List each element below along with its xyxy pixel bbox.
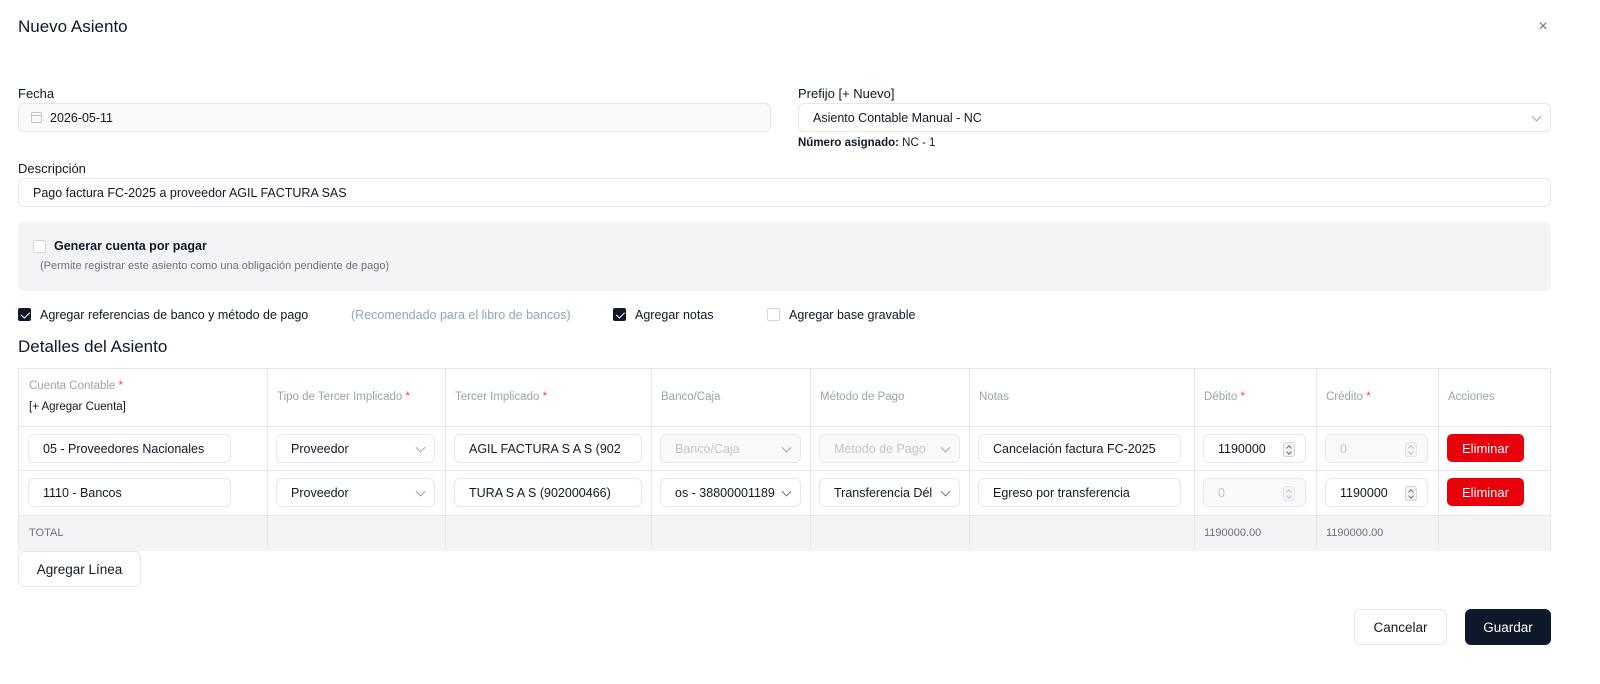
row2-tercero-input[interactable]: TURA S A S (902000466): [454, 478, 642, 507]
chevron-down-icon: [1531, 111, 1542, 122]
row2-metodo-select[interactable]: Transferencia Dél: [819, 478, 960, 507]
row1-debito-input[interactable]: 1190000: [1203, 434, 1306, 463]
total-credito: 1190000.00: [1326, 527, 1384, 539]
header-acciones: Acciones: [1448, 391, 1495, 403]
row2-notas-input[interactable]: Egreso por transferencia: [978, 478, 1181, 507]
row2-cuenta-input[interactable]: 1110 - Bancos: [28, 478, 231, 507]
dialog-title: Nuevo Asiento: [18, 17, 128, 36]
row1-banco-select[interactable]: Banco/Caja: [660, 434, 801, 463]
notas-label: Agregar notas: [635, 308, 714, 322]
header-metodo: Método de Pago: [820, 391, 905, 403]
banco-hint: (Recomendado para el libro de bancos): [351, 308, 571, 322]
row1-tipo-tercero-select[interactable]: Proveedor: [276, 434, 435, 463]
total-row: [19, 515, 1550, 551]
detalles-title: Detalles del Asiento: [18, 337, 168, 356]
row2-tipo-tercero-select[interactable]: Proveedor: [276, 478, 435, 507]
chevron-down-icon: [415, 486, 426, 497]
row1-cuenta-input[interactable]: 05 - Proveedores Nacionales: [28, 434, 231, 463]
row1-notas-input[interactable]: Cancelación factura FC-2025: [978, 434, 1181, 463]
row2-debito-input[interactable]: 0: [1203, 478, 1306, 507]
chevron-down-icon: [415, 442, 426, 453]
cuenta-por-pagar-panel: [18, 222, 1551, 291]
stepper-icon[interactable]: [1405, 442, 1417, 457]
fecha-input[interactable]: 2026-05-11: [18, 103, 771, 132]
header-cuenta: Cuenta Contable *: [29, 380, 123, 392]
calendar-icon: [31, 112, 42, 123]
prefijo-label[interactable]: Prefijo [+ Nuevo]: [798, 86, 894, 101]
header-tipo-tercero: Tipo de Tercer Implicado *: [277, 391, 410, 403]
total-debito: 1190000.00: [1204, 527, 1262, 539]
chevron-down-icon: [940, 442, 951, 453]
prefijo-value: Asiento Contable Manual - NC: [813, 110, 982, 125]
header-banco: Banco/Caja: [661, 391, 721, 403]
numero-asignado-label: Número asignado:: [798, 137, 899, 149]
stepper-icon[interactable]: [1405, 486, 1417, 501]
banco-checkbox[interactable]: [18, 308, 31, 321]
generar-cxp-label: Generar cuenta por pagar: [54, 239, 207, 253]
numero-asignado: Número asignado: NC - 1: [798, 137, 935, 149]
stepper-icon[interactable]: [1283, 442, 1295, 457]
descripcion-label: Descripción: [18, 161, 86, 176]
descripcion-value: Pago factura FC-2025 a proveedor AGIL FA…: [33, 185, 347, 200]
agregar-cuenta-link[interactable]: [+ Agregar Cuenta]: [29, 401, 126, 413]
close-icon[interactable]: ×: [1535, 19, 1551, 35]
base-gravable-label: Agregar base gravable: [789, 308, 916, 322]
generar-cxp-checkbox[interactable]: [33, 240, 46, 253]
row1-eliminar-button[interactable]: Eliminar: [1447, 434, 1524, 462]
row2-banco-select[interactable]: os - 38800001189: [660, 478, 801, 507]
prefijo-select[interactable]: Asiento Contable Manual - NC: [798, 103, 1551, 132]
agregar-linea-button[interactable]: Agregar Línea: [18, 551, 141, 587]
chevron-down-icon: [940, 486, 951, 497]
header-notas: Notas: [979, 391, 1010, 403]
fecha-label: Fecha: [18, 86, 55, 101]
notas-checkbox[interactable]: [613, 308, 626, 321]
banco-label: Agregar referencias de banco y método de…: [40, 308, 309, 322]
chevron-down-icon: [781, 486, 792, 497]
row1-credito-input[interactable]: 0: [1325, 434, 1428, 463]
row1-metodo-select[interactable]: Método de Pago: [819, 434, 960, 463]
total-label: TOTAL: [29, 527, 64, 539]
generar-cxp-hint: (Permite registrar este asiento como una…: [40, 260, 390, 272]
header-credito: Crédito *: [1326, 391, 1371, 403]
fecha-value: 2026-05-11: [50, 110, 114, 125]
header-debito: Débito *: [1204, 391, 1245, 403]
cancel-button[interactable]: Cancelar: [1354, 609, 1447, 645]
numero-asignado-value: NC - 1: [902, 137, 936, 149]
row2-credito-input[interactable]: 1190000: [1325, 478, 1428, 507]
row2-eliminar-button[interactable]: Eliminar: [1447, 478, 1524, 506]
header-tercero: Tercer Implicado *: [455, 391, 548, 403]
stepper-icon[interactable]: [1283, 486, 1295, 501]
save-button[interactable]: Guardar: [1465, 609, 1551, 645]
base-gravable-checkbox[interactable]: [767, 308, 780, 321]
row1-tercero-input[interactable]: AGIL FACTURA S A S (902: [454, 434, 642, 463]
detalles-table: Cuenta Contable * [+ Agregar Cuenta] Tip…: [18, 368, 1551, 551]
chevron-down-icon: [781, 442, 792, 453]
descripcion-input[interactable]: Pago factura FC-2025 a proveedor AGIL FA…: [18, 178, 1551, 207]
